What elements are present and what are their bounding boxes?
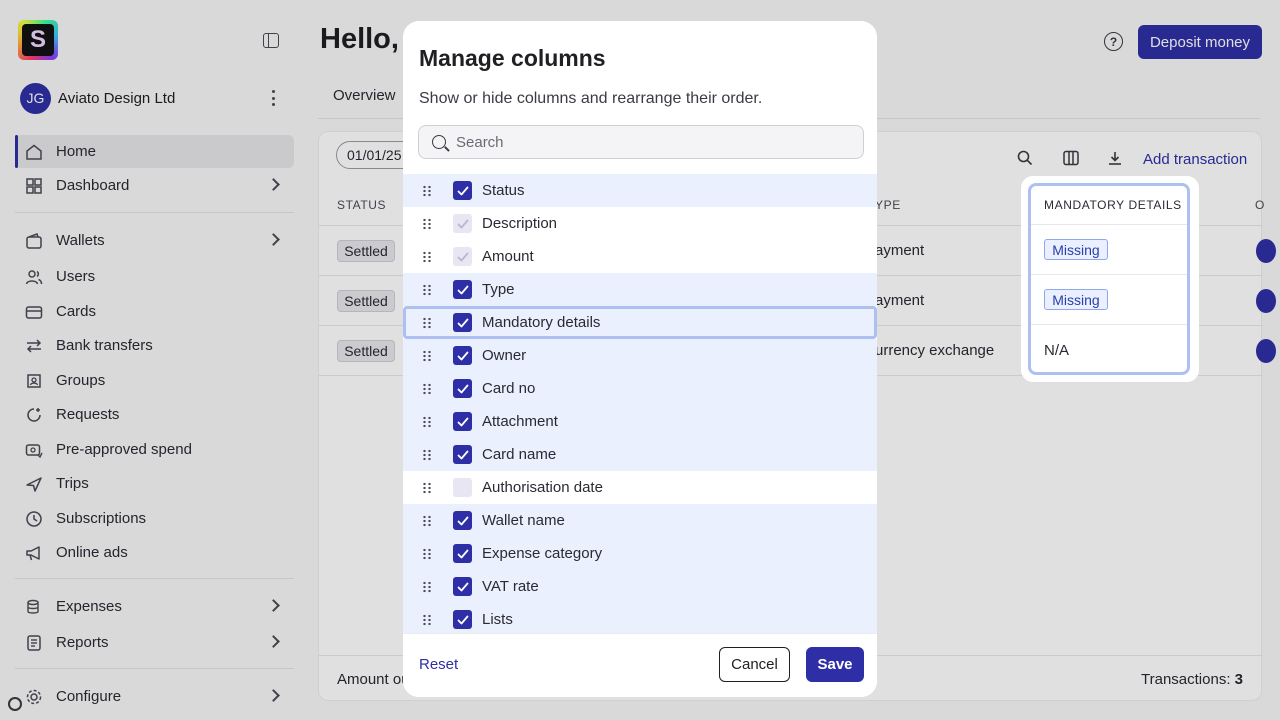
drag-handle-icon[interactable] — [422, 415, 432, 428]
row-divider — [1031, 274, 1187, 275]
column-option-wallet-name[interactable]: Wallet name — [403, 504, 877, 537]
column-option-label: Wallet name — [482, 512, 565, 529]
column-option-authorisation-date[interactable]: Authorisation date — [403, 471, 877, 504]
column-option-label: Mandatory details — [482, 314, 601, 331]
column-option-vat-rate[interactable]: VAT rate — [403, 570, 877, 603]
checkbox[interactable] — [453, 346, 472, 365]
column-option-label: Status — [482, 182, 525, 199]
search-icon — [432, 135, 446, 149]
drag-handle-icon[interactable] — [422, 283, 432, 296]
column-option-label: Amount — [482, 248, 534, 265]
column-option-label: Card no — [482, 380, 536, 397]
column-option-owner[interactable]: Owner — [403, 339, 877, 372]
checkbox — [453, 478, 472, 497]
drag-handle-icon[interactable] — [422, 481, 432, 494]
modal-title: Manage columns — [419, 45, 606, 71]
na-value: N/A — [1044, 342, 1070, 359]
drag-handle-icon[interactable] — [422, 250, 432, 263]
drag-handle-icon[interactable] — [422, 514, 432, 527]
app-root: S JG Aviato Design Ltd Home Dashboard Wall… — [0, 0, 1280, 720]
column-option-attachment[interactable]: Attachment — [403, 405, 877, 438]
missing-badge: Missing — [1044, 289, 1108, 310]
checkbox[interactable] — [453, 445, 472, 464]
column-option-label: Description — [482, 215, 558, 232]
drag-handle-icon[interactable] — [422, 613, 432, 626]
column-option-label: Authorisation date — [482, 479, 603, 496]
column-option-description[interactable]: Description — [403, 207, 877, 240]
column-search[interactable] — [418, 125, 864, 159]
search-input[interactable] — [456, 126, 856, 158]
drag-handle-icon[interactable] — [422, 382, 432, 395]
drag-handle-icon[interactable] — [422, 580, 432, 593]
column-option-label: Lists — [482, 611, 513, 628]
checkbox[interactable] — [453, 610, 472, 629]
drag-handle-icon[interactable] — [422, 448, 432, 461]
column-option-lists[interactable]: Lists — [403, 603, 877, 633]
column-option-label: Card name — [482, 446, 557, 463]
drag-handle-icon[interactable] — [422, 316, 432, 329]
checkbox[interactable] — [453, 544, 472, 563]
cancel-button[interactable]: Cancel — [719, 647, 790, 682]
missing-badge: Missing — [1044, 239, 1108, 260]
columns-list: Status Description Amount Type Mandatory det… — [403, 174, 877, 633]
drag-handle-icon[interactable] — [422, 349, 432, 362]
checkbox[interactable] — [453, 577, 472, 596]
row-divider — [1031, 324, 1187, 325]
drag-handle-icon[interactable] — [422, 184, 432, 197]
column-option-amount[interactable]: Amount — [403, 240, 877, 273]
manage-columns-modal: Manage columns Show or hide columns and … — [403, 21, 877, 697]
column-option-mandatory-details[interactable]: Mandatory details — [403, 306, 877, 339]
row-divider — [1031, 224, 1187, 225]
column-option-card-name[interactable]: Card name — [403, 438, 877, 471]
checkbox — [453, 247, 472, 266]
mandatory-details-column-preview: MANDATORY DETAILS Missing Missing N/A — [1021, 176, 1199, 382]
column-option-label: VAT rate — [482, 578, 539, 595]
column-option-type[interactable]: Type — [403, 273, 877, 306]
modal-footer: Reset Cancel Save — [403, 633, 877, 697]
column-option-label: Type — [482, 281, 515, 298]
column-option-label: Owner — [482, 347, 527, 364]
modal-subtitle: Show or hide columns and rearrange their… — [419, 90, 763, 107]
save-button[interactable]: Save — [806, 647, 864, 682]
column-option-expense-category[interactable]: Expense category — [403, 537, 877, 570]
column-option-label: Attachment — [482, 413, 558, 430]
drag-handle-icon[interactable] — [422, 217, 432, 230]
checkbox[interactable] — [453, 181, 472, 200]
column-option-label: Expense category — [482, 545, 603, 562]
checkbox[interactable] — [453, 280, 472, 299]
checkbox[interactable] — [453, 379, 472, 398]
drag-handle-icon[interactable] — [422, 547, 432, 560]
column-header-mandatory-details: MANDATORY DETAILS — [1044, 198, 1182, 212]
checkbox[interactable] — [453, 313, 472, 332]
checkbox[interactable] — [453, 511, 472, 530]
reset-button[interactable]: Reset — [419, 656, 458, 673]
column-option-status[interactable]: Status — [403, 174, 877, 207]
checkbox[interactable] — [453, 412, 472, 431]
column-option-card-no[interactable]: Card no — [403, 372, 877, 405]
checkbox — [453, 214, 472, 233]
